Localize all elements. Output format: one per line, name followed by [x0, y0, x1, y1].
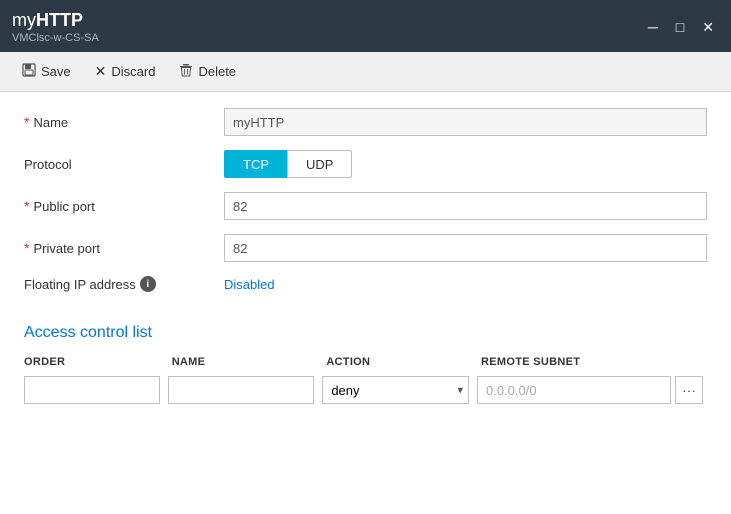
- name-input[interactable]: [224, 108, 707, 136]
- form-area: * Name Protocol TCP UDP * Public port * …: [0, 92, 731, 316]
- toolbar: Save ✕ Discard Delete: [0, 52, 731, 92]
- order-input[interactable]: [24, 376, 160, 404]
- protocol-row: Protocol TCP UDP: [24, 150, 707, 178]
- action-cell: deny allow ▾: [318, 374, 473, 406]
- col-name: NAME: [164, 356, 319, 374]
- discard-icon: ✕: [95, 63, 107, 80]
- udp-button[interactable]: UDP: [287, 150, 352, 178]
- protocol-group: TCP UDP: [224, 150, 352, 178]
- title-bar: myHTTP VMClsc-w-CS-SA ─ □ ✕: [0, 0, 731, 52]
- app-title-suffix: HTTP: [36, 10, 83, 30]
- dots-button[interactable]: ···: [675, 376, 703, 404]
- floating-ip-label: Floating IP address i: [24, 276, 224, 292]
- col-remote-subnet: REMOTE SUBNET: [473, 356, 707, 374]
- name-cell: [164, 374, 319, 406]
- discard-label: Discard: [111, 64, 155, 79]
- close-button[interactable]: ✕: [697, 18, 719, 36]
- table-row: deny allow ▾ ···: [24, 374, 707, 406]
- app-title-prefix: my: [12, 10, 36, 30]
- acl-title: Access control list: [24, 324, 707, 342]
- floating-ip-value: Disabled: [224, 277, 275, 292]
- tcp-button[interactable]: TCP: [224, 150, 287, 178]
- delete-label: Delete: [198, 64, 236, 79]
- name-required-star: *: [24, 114, 29, 130]
- col-order: ORDER: [24, 356, 164, 374]
- save-icon: [22, 63, 36, 80]
- private-port-row: * Private port: [24, 234, 707, 262]
- delete-icon: [179, 63, 193, 80]
- public-port-label: * Public port: [24, 198, 224, 214]
- info-icon: i: [140, 276, 156, 292]
- private-port-label: * Private port: [24, 240, 224, 256]
- order-cell: [24, 374, 164, 406]
- col-action: ACTION: [318, 356, 473, 374]
- maximize-button[interactable]: □: [671, 18, 689, 36]
- public-port-row: * Public port: [24, 192, 707, 220]
- acl-header-row: ORDER NAME ACTION REMOTE SUBNET: [24, 356, 707, 374]
- app-subtitle: VMClsc-w-CS-SA: [12, 32, 99, 44]
- remote-subnet-cell: ···: [473, 374, 707, 406]
- minimize-button[interactable]: ─: [643, 18, 663, 36]
- title-bar-left: myHTTP VMClsc-w-CS-SA: [12, 10, 99, 44]
- delete-button[interactable]: Delete: [169, 58, 246, 85]
- remote-subnet-input[interactable]: [477, 376, 671, 404]
- acl-name-input[interactable]: [168, 376, 315, 404]
- save-button[interactable]: Save: [12, 58, 81, 85]
- name-label: * Name: [24, 114, 224, 130]
- protocol-label: Protocol: [24, 157, 224, 172]
- save-label: Save: [41, 64, 71, 79]
- public-port-required-star: *: [24, 198, 29, 214]
- action-select[interactable]: deny allow: [322, 376, 469, 404]
- acl-section: Access control list ORDER NAME ACTION RE…: [0, 316, 731, 416]
- action-select-wrapper: deny allow ▾: [322, 376, 469, 404]
- app-title: myHTTP: [12, 10, 99, 31]
- name-row: * Name: [24, 108, 707, 136]
- subnet-cell-wrapper: ···: [477, 376, 703, 404]
- private-port-input[interactable]: [224, 234, 707, 262]
- private-port-required-star: *: [24, 240, 29, 256]
- acl-table: ORDER NAME ACTION REMOTE SUBNET deny: [24, 356, 707, 406]
- floating-ip-row: Floating IP address i Disabled: [24, 276, 707, 292]
- window-controls: ─ □ ✕: [643, 18, 719, 36]
- public-port-input[interactable]: [224, 192, 707, 220]
- discard-button[interactable]: ✕ Discard: [85, 58, 166, 85]
